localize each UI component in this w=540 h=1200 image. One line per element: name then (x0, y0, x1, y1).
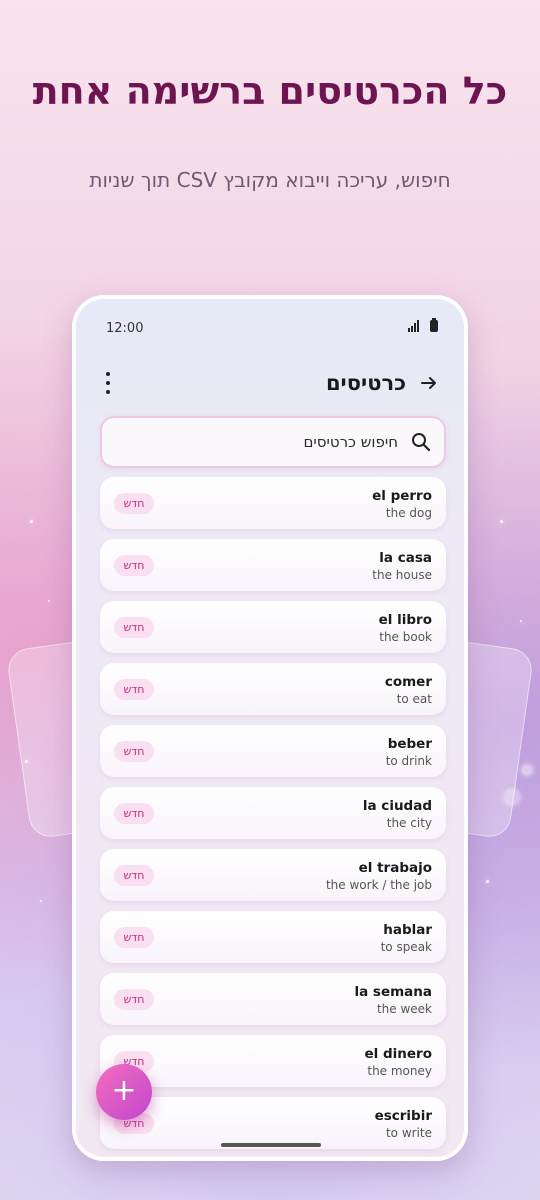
card-front: la ciudad (362, 798, 432, 814)
card-front: comer (384, 674, 432, 690)
back-button[interactable] (416, 370, 442, 396)
card-front: el dinero (364, 1046, 432, 1062)
sparkle (48, 600, 50, 602)
promo-subline: חיפוש, עריכה וייבוא מקובץ CSV תוך שניות (89, 168, 451, 192)
sparkle (25, 760, 28, 763)
sparkle (40, 900, 42, 902)
card-item[interactable]: el dinero the money חדש (100, 1035, 446, 1087)
card-item[interactable]: hablar to speak חדש (100, 911, 446, 963)
add-card-button[interactable]: + (96, 1064, 152, 1120)
home-indicator[interactable] (221, 1143, 321, 1147)
status-badge: חדש (114, 865, 154, 886)
sparkle (522, 765, 532, 775)
status-badge: חדש (114, 989, 154, 1010)
card-front: el perro (372, 488, 432, 504)
sparkle (505, 790, 519, 804)
more-vertical-icon (106, 381, 110, 385)
page-title: כרטיסים (325, 371, 406, 395)
status-badge: חדש (114, 741, 154, 762)
status-badge: חדש (114, 927, 154, 948)
card-back: the money (367, 1064, 432, 1078)
card-item[interactable]: la casa the house חדש (100, 539, 446, 591)
card-front: hablar (383, 922, 432, 938)
battery-icon (430, 318, 438, 332)
status-time: 12:00 (106, 321, 144, 336)
card-item[interactable]: el perro the dog חדש (100, 477, 446, 529)
card-back: to eat (396, 692, 432, 706)
status-icons (408, 318, 438, 332)
card-back: the book (379, 630, 432, 644)
sparkle (500, 520, 503, 523)
sparkle (30, 520, 33, 523)
card-item[interactable]: comer to eat חדש (100, 663, 446, 715)
more-vertical-icon (106, 390, 110, 394)
card-back: the work / the job (325, 878, 432, 892)
more-vertical-icon (106, 372, 110, 376)
sparkle (520, 620, 522, 622)
search-input[interactable] (118, 430, 398, 454)
card-back: the week (376, 1002, 432, 1016)
card-front: la casa (379, 550, 432, 566)
signal-icon (408, 320, 419, 332)
card-front: beber (387, 736, 432, 752)
status-badge: חדש (114, 555, 154, 576)
plus-icon: + (111, 1073, 137, 1108)
more-menu-button[interactable] (102, 372, 114, 394)
card-front: el trabajo (358, 860, 432, 876)
card-back: to write (385, 1126, 432, 1140)
card-back: to speak (380, 940, 432, 954)
app-bar: כרטיסים (76, 367, 464, 399)
card-front: la semana (354, 984, 432, 1000)
card-back: the house (372, 568, 432, 582)
status-badge: חדש (114, 679, 154, 700)
card-back: to drink (385, 754, 432, 768)
card-item[interactable]: el trabajo the work / the job חדש (100, 849, 446, 901)
sparkle (486, 880, 489, 883)
status-badge: חדש (114, 617, 154, 638)
card-item[interactable]: escribir to write חדש (100, 1097, 446, 1149)
status-badge: חדש (114, 803, 154, 824)
card-back: the dog (385, 506, 432, 520)
card-item[interactable]: la ciudad the city חדש (100, 787, 446, 839)
search-bar[interactable] (100, 416, 446, 468)
card-item[interactable]: el libro the book חדש (100, 601, 446, 653)
card-front: el libro (378, 612, 432, 628)
promo-headline: כל הכרטיסים ברשימה אחת (32, 69, 508, 113)
search-icon (412, 433, 431, 452)
arrow-right-icon (421, 377, 436, 389)
card-item[interactable]: beber to drink חדש (100, 725, 446, 777)
card-back: the city (386, 816, 432, 830)
card-item[interactable]: la semana the week חדש (100, 973, 446, 1025)
status-badge: חדש (114, 493, 154, 514)
card-front: escribir (374, 1108, 432, 1124)
phone-frame: 12:00 כרטיסים el perro (72, 295, 468, 1161)
